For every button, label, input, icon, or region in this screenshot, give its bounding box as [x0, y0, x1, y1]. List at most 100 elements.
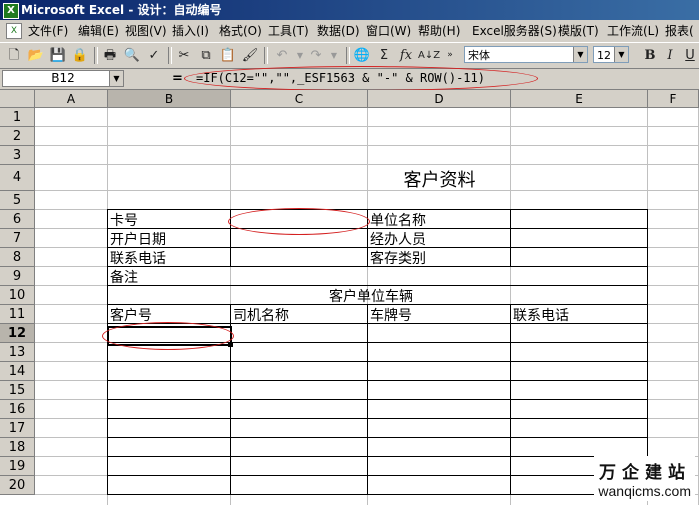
- cell-unit-name-label: 单位名称: [370, 213, 426, 229]
- table-border: [107, 361, 648, 362]
- sort-ascending-icon[interactable]: A↓Z: [418, 46, 440, 65]
- row-header-14[interactable]: 14: [0, 362, 35, 381]
- row-header-20[interactable]: 20: [0, 476, 35, 495]
- row-header-9[interactable]: 9: [0, 267, 35, 286]
- italic-button[interactable]: I: [660, 46, 680, 65]
- column-header-d[interactable]: D: [368, 90, 511, 108]
- row-header-8[interactable]: 8: [0, 248, 35, 267]
- menu-tools[interactable]: 工具(T): [268, 23, 309, 39]
- table-border: [107, 380, 648, 381]
- print-icon[interactable]: 🖶: [100, 46, 120, 65]
- permission-icon[interactable]: 🔒: [70, 46, 90, 65]
- menu-insert[interactable]: 插入(I): [172, 23, 209, 39]
- cell-remark-label: 备注: [110, 270, 138, 286]
- menu-report[interactable]: 报表(: [665, 23, 694, 39]
- chevron-down-icon[interactable]: ▼: [573, 47, 587, 62]
- menu-edit[interactable]: 编辑(E): [78, 23, 119, 39]
- redo-dropdown-icon[interactable]: ▼: [324, 46, 344, 65]
- new-icon[interactable]: 🗋: [4, 46, 24, 65]
- bold-button[interactable]: B: [640, 46, 660, 65]
- font-size-select[interactable]: 12 ▼: [593, 46, 629, 63]
- row-header-18[interactable]: 18: [0, 438, 35, 457]
- menu-data[interactable]: 数据(D): [317, 23, 360, 39]
- toolbar-separator: [346, 47, 350, 64]
- table-border: [367, 304, 368, 495]
- cell-phone2-header: 联系电话: [513, 308, 569, 324]
- row-header-10[interactable]: 10: [0, 286, 35, 305]
- toolbar-separator: [168, 47, 172, 64]
- cell-title: 客户资料: [403, 170, 476, 191]
- row-header-11[interactable]: 11: [0, 305, 35, 324]
- row-header-16[interactable]: 16: [0, 400, 35, 419]
- open-icon[interactable]: 📂: [26, 46, 46, 65]
- table-border: [107, 285, 648, 286]
- row-header-6[interactable]: 6: [0, 210, 35, 229]
- toolbar-options-icon[interactable]: »: [440, 46, 460, 65]
- column-header-c[interactable]: C: [231, 90, 368, 108]
- watermark-line1: 万企建站: [599, 463, 691, 483]
- save-icon[interactable]: 💾: [48, 46, 68, 65]
- menu-help[interactable]: 帮助(H): [418, 23, 460, 39]
- cell-vehicles-header: 客户单位车辆: [329, 289, 413, 305]
- undo-icon[interactable]: ↶: [272, 46, 292, 65]
- spelling-icon[interactable]: ✓: [144, 46, 164, 65]
- row-header-4[interactable]: 4: [0, 165, 35, 191]
- annotation-ellipse: [228, 208, 370, 235]
- gridline: [35, 145, 699, 146]
- paste-icon[interactable]: 📋: [218, 46, 238, 65]
- formula-equals-label: =: [172, 71, 183, 86]
- chevron-down-icon[interactable]: ▼: [614, 47, 628, 62]
- autosum-icon[interactable]: Σ: [374, 46, 394, 65]
- menu-file[interactable]: 文件(F): [28, 23, 68, 39]
- underline-button[interactable]: U: [680, 46, 699, 65]
- excel-app-icon[interactable]: X: [3, 3, 19, 19]
- gridline: [35, 164, 699, 165]
- column-header-f[interactable]: F: [648, 90, 699, 108]
- chevron-down-icon[interactable]: ▼: [109, 71, 123, 86]
- row-header-3[interactable]: 3: [0, 146, 35, 165]
- table-border: [107, 399, 648, 400]
- menu-window[interactable]: 窗口(W): [366, 23, 411, 39]
- column-header-e[interactable]: E: [511, 90, 648, 108]
- row-header-19[interactable]: 19: [0, 457, 35, 476]
- fill-handle[interactable]: [228, 342, 233, 347]
- select-all-button[interactable]: [0, 90, 35, 108]
- row-header-1[interactable]: 1: [0, 108, 35, 127]
- cut-icon[interactable]: ✂: [174, 46, 194, 65]
- menu-template[interactable]: 模版(T): [558, 23, 599, 39]
- row-header-15[interactable]: 15: [0, 381, 35, 400]
- workbook-icon[interactable]: X: [6, 23, 22, 39]
- row-header-17[interactable]: 17: [0, 419, 35, 438]
- print-preview-icon[interactable]: 🔍: [122, 46, 142, 65]
- font-name-select[interactable]: 宋体 ▼: [464, 46, 588, 63]
- watermark-line2: wanqicms.com: [598, 483, 691, 499]
- redo-icon[interactable]: ↷: [306, 46, 326, 65]
- row-header-13[interactable]: 13: [0, 343, 35, 362]
- row-header-12[interactable]: 12: [0, 324, 35, 343]
- name-box[interactable]: B12 ▼: [2, 70, 124, 87]
- hyperlink-icon[interactable]: 🌐: [352, 46, 372, 65]
- row-header-2[interactable]: 2: [0, 127, 35, 146]
- worksheet-grid[interactable]: A B C D E F 1 2 3 4 5 6 7 8 9 10 11 12 13 14 15 16 17 18 1…: [0, 90, 699, 505]
- insert-function-icon[interactable]: fx: [396, 46, 416, 65]
- watermark: 万企建站 wanqicms.com: [594, 456, 695, 501]
- row-header-7[interactable]: 7: [0, 229, 35, 248]
- cell-open-date-label: 开户日期: [110, 232, 166, 248]
- annotation-ellipse: [102, 322, 234, 350]
- menu-bar: X 文件(F) 编辑(E) 视图(V) 插入(I) 格式(O) 工具(T) 数据…: [0, 20, 699, 43]
- format-painter-icon[interactable]: 🖌: [240, 46, 260, 65]
- name-box-value: B12: [51, 71, 75, 85]
- menu-excel-server[interactable]: Excel服务器(S): [472, 23, 557, 39]
- column-header-a[interactable]: A: [35, 90, 108, 108]
- cell-deposit-type-label: 客存类别: [370, 251, 426, 267]
- menu-format[interactable]: 格式(O): [219, 23, 262, 39]
- toolbar-separator: [264, 47, 268, 64]
- table-border: [510, 304, 511, 495]
- table-border: [107, 209, 648, 210]
- menu-view[interactable]: 视图(V): [125, 23, 167, 39]
- menu-workflow[interactable]: 工作流(L): [607, 23, 659, 39]
- copy-icon[interactable]: ⧉: [196, 46, 216, 65]
- window-title: Microsoft Excel - 设计：自动编号: [21, 3, 222, 17]
- column-header-b[interactable]: B: [108, 90, 231, 108]
- row-header-5[interactable]: 5: [0, 191, 35, 210]
